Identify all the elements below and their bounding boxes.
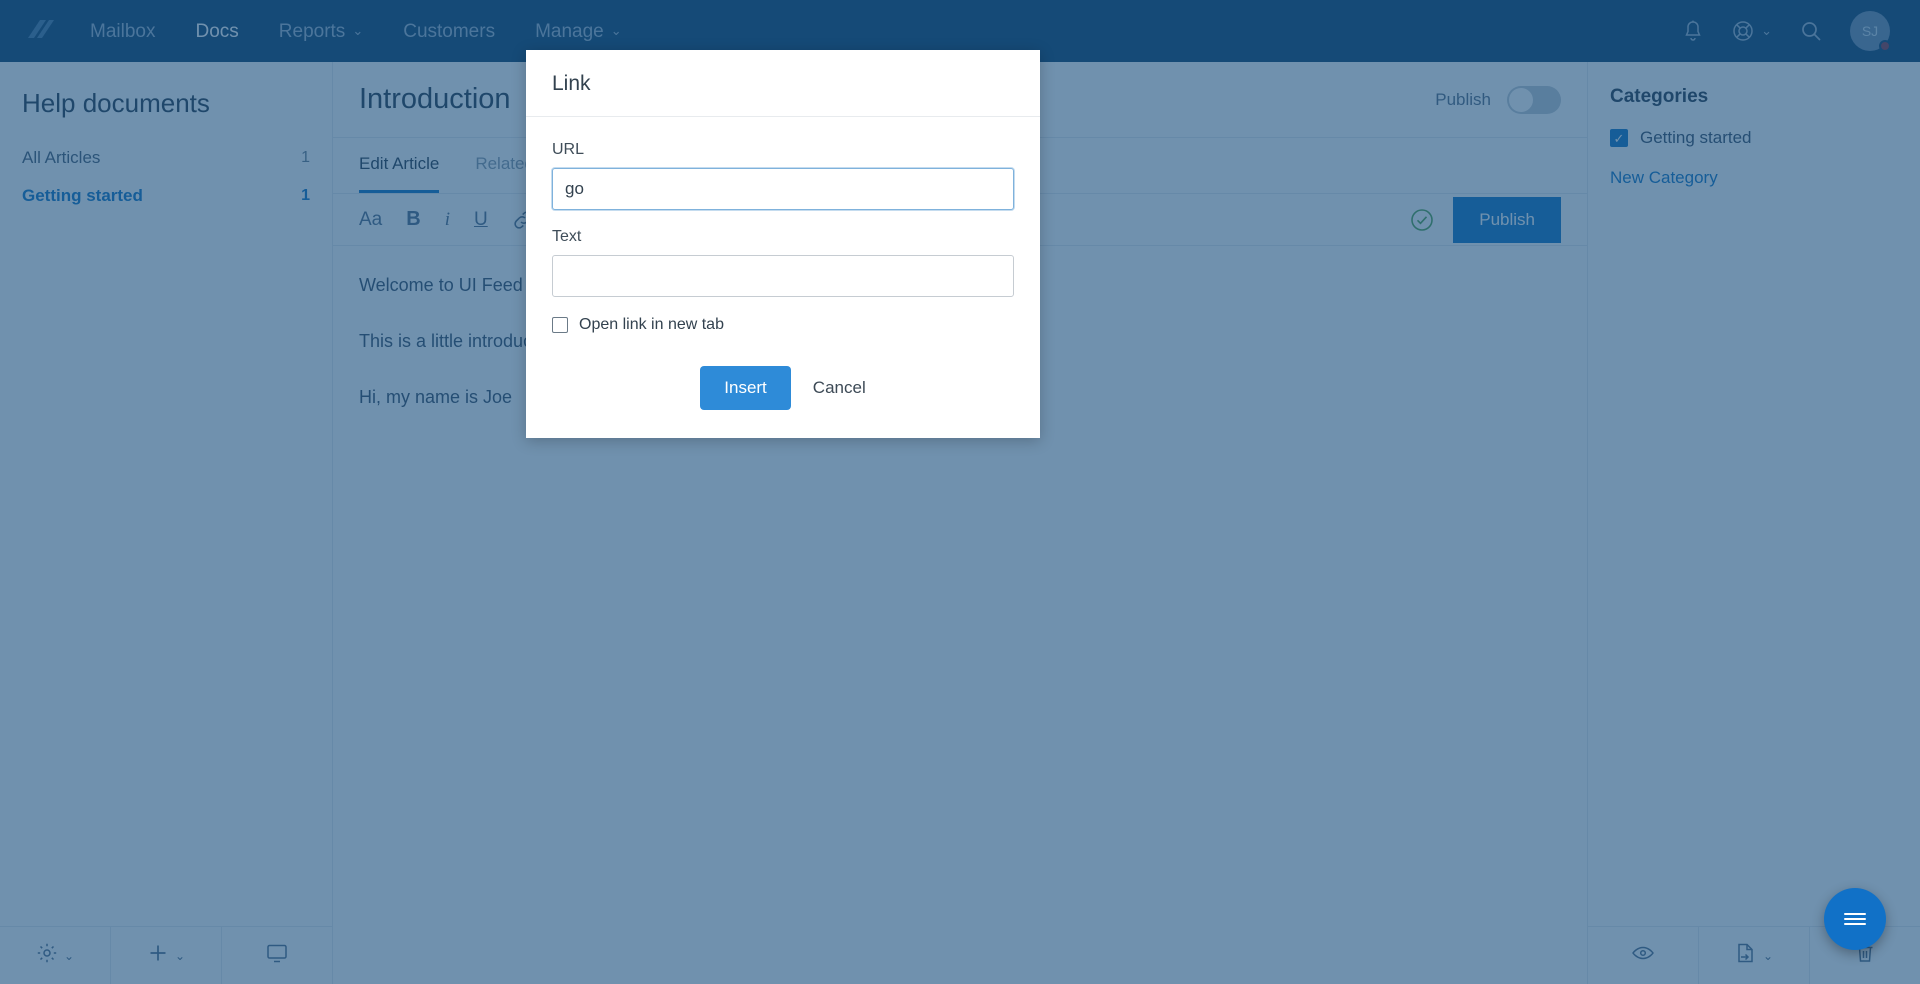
insert-button[interactable]: Insert — [700, 366, 791, 410]
modal-body: URL Text Open link in new tab Insert Can… — [526, 117, 1040, 438]
beacon-chat-icon[interactable] — [1824, 888, 1886, 950]
url-input[interactable] — [552, 168, 1014, 210]
url-label: URL — [552, 141, 585, 158]
text-label: Text — [552, 228, 582, 245]
open-in-new-tab-label: Open link in new tab — [579, 316, 724, 333]
checkbox-unchecked-icon[interactable] — [552, 317, 568, 333]
modal-actions: Insert Cancel — [552, 366, 1014, 410]
modal-title: Link — [552, 72, 591, 95]
open-in-new-tab-row[interactable]: Open link in new tab — [552, 316, 1014, 334]
field-spacer — [552, 210, 1014, 228]
link-modal: Link URL Text Open link in new tab Inser… — [526, 50, 1040, 438]
cancel-button[interactable]: Cancel — [813, 378, 866, 398]
modal-header: Link — [526, 50, 1040, 117]
text-input[interactable] — [552, 255, 1014, 297]
